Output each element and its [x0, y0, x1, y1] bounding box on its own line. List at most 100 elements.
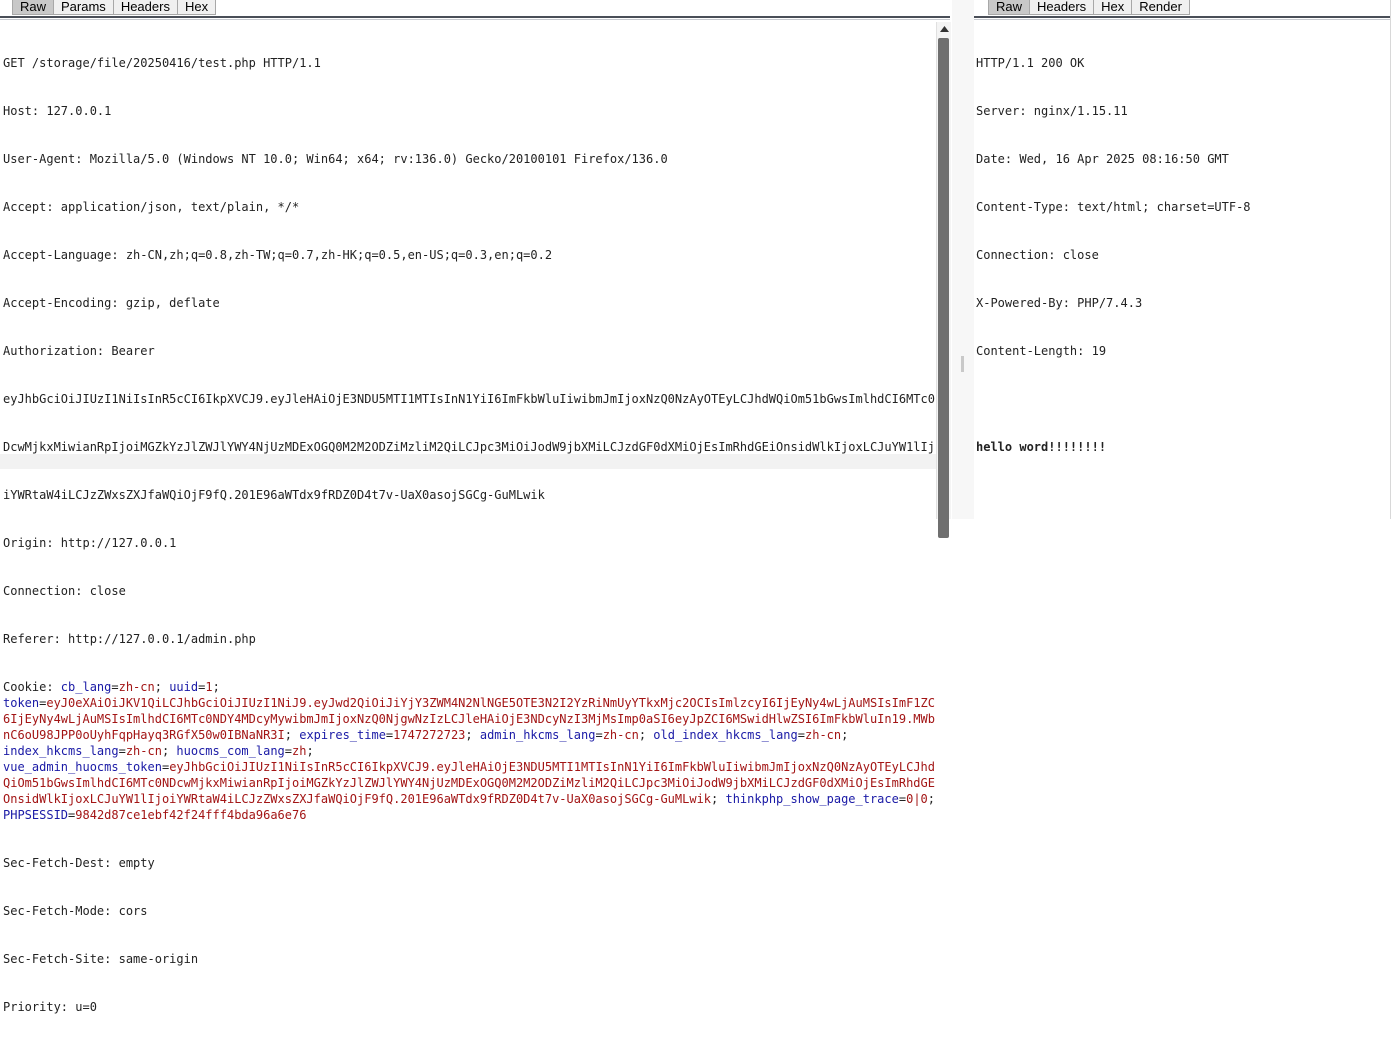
- request-tabs: Raw Params Headers Hex: [12, 0, 217, 16]
- cookie-name: expires_time: [299, 728, 386, 742]
- cookie-separator: ;: [638, 728, 654, 742]
- cookie-name: huocms_com_lang: [176, 744, 285, 758]
- response-blank-line: [976, 391, 1386, 407]
- cookie-name: uuid: [169, 680, 199, 694]
- cookie-separator: ;: [927, 792, 935, 806]
- response-header-x-powered-by: X-Powered-By: PHP/7.4.3: [976, 296, 1143, 310]
- response-header-server: Server: nginx/1.15.11: [976, 104, 1128, 118]
- response-tab-underline-light: [974, 19, 1391, 20]
- response-tab-hex[interactable]: Hex: [1093, 0, 1133, 15]
- response-tab-render[interactable]: Render: [1131, 0, 1190, 15]
- cookie-value: 1: [205, 680, 213, 694]
- request-header-sec-fetch-mode: Sec-Fetch-Mode: cors: [3, 904, 148, 918]
- authorization-token-line: iYWRtaW4iLCJzZWxsZXJfaWQiOjF9fQ.201E96aW…: [3, 488, 545, 502]
- cookie-line: 6IjEyNy4wLjAuMSIsImlhdCI6MTc0NDY4MDcyMyw…: [3, 711, 935, 727]
- request-tab-params[interactable]: Params: [53, 0, 114, 15]
- cookie-value: zh-cn: [125, 744, 162, 758]
- cookie-separator: ;: [212, 680, 220, 694]
- request-header-sec-fetch-site: Sec-Fetch-Site: same-origin: [3, 952, 199, 966]
- response-tab-raw[interactable]: Raw: [988, 0, 1031, 15]
- cookie-line: PHPSESSID=9842d87ce1ebf42f24fff4bda96a6e…: [3, 807, 935, 823]
- request-header-authorization: Authorization: Bearer: [3, 344, 155, 358]
- cookie-separator: =: [68, 808, 76, 822]
- response-body: hello word!!!!!!!!: [976, 440, 1107, 454]
- request-tab-raw[interactable]: Raw: [12, 0, 55, 15]
- cookie-label: Cookie:: [3, 680, 61, 694]
- response-tab-headers[interactable]: Headers: [1029, 0, 1095, 15]
- response-pane: Raw Headers Hex Render HTTP/1.1 200 OK S…: [974, 0, 1391, 519]
- cookie-separator: ;: [841, 728, 849, 742]
- cookie-line: QiOm51bGwsImlhdCI6MTc0NDcwMjkxMiwianRpIj…: [3, 775, 935, 791]
- cookie-name: thinkphp_show_page_trace: [725, 792, 899, 806]
- request-editor[interactable]: GET /storage/file/20250416/test.php HTTP…: [3, 23, 935, 1038]
- response-header-content-length: Content-Length: 19: [976, 344, 1107, 358]
- cookie-value: QiOm51bGwsImlhdCI6MTc0NDcwMjkxMiwianRpIj…: [3, 776, 935, 790]
- cookie-name: old_index_hkcms_lang: [653, 728, 798, 742]
- request-vertical-scrollbar[interactable]: [936, 22, 951, 538]
- request-header-accept-encoding: Accept-Encoding: gzip, deflate: [3, 296, 220, 310]
- cookie-separator: =: [161, 760, 170, 774]
- response-tab-underline: [974, 16, 1391, 18]
- request-header-sec-fetch-dest: Sec-Fetch-Dest: empty: [3, 856, 155, 870]
- cookie-value: OnsidWlkIjoxLCJuYW1lIjoiYWRtaW4iLCJzZWxs…: [3, 792, 712, 806]
- cookie-separator: =: [111, 680, 119, 694]
- authorization-token-line: eyJhbGciOiJIUzI1NiIsInR5cCI6IkpXVCJ9.eyJ…: [3, 392, 935, 406]
- request-header-connection: Connection: close: [3, 584, 126, 598]
- request-tab-headers[interactable]: Headers: [112, 0, 178, 15]
- authorization-token-line: DcwMjkxMiwianRpIjoiMGZkYzJlZWJlYWY4NjUzM…: [3, 440, 935, 454]
- cookie-name: vue_admin_huocms_token: [3, 760, 162, 774]
- response-editor[interactable]: HTTP/1.1 200 OK Server: nginx/1.15.11 Da…: [976, 23, 1386, 487]
- triangle-up-icon[interactable]: [937, 22, 951, 36]
- cookie-value: 0|0: [906, 792, 928, 806]
- cookie-value: eyJhbGciOiJIUzI1NiIsInR5cCI6IkpXVCJ9.eyJ…: [169, 760, 935, 774]
- cookie-value: eyJ0eXAiOiJKV1QiLCJhbGciOiJIUzI1NiJ9.eyJ…: [46, 696, 935, 710]
- cookie-separator: =: [118, 744, 126, 758]
- cookie-separator: ;: [284, 728, 300, 742]
- response-header-date: Date: Wed, 16 Apr 2025 08:16:50 GMT: [976, 152, 1229, 166]
- cookie-separator: =: [898, 792, 907, 806]
- cookie-value: zh-cn: [805, 728, 842, 742]
- cookie-separator: =: [385, 728, 394, 742]
- cookie-separator: ;: [306, 744, 314, 758]
- cookie-separator: ;: [154, 680, 170, 694]
- pane-splitter[interactable]: [952, 0, 974, 519]
- cookie-value: zh-cn: [118, 680, 155, 694]
- cookie-value: 6IjEyNy4wLjAuMSIsImlhdCI6MTc0NDY4MDcyMyw…: [3, 712, 935, 726]
- cookie-separator: ;: [465, 728, 480, 742]
- request-line: GET /storage/file/20250416/test.php HTTP…: [3, 56, 321, 70]
- response-status-line: HTTP/1.1 200 OK: [976, 56, 1085, 70]
- request-header-accept-language: Accept-Language: zh-CN,zh;q=0.8,zh-TW;q=…: [3, 248, 553, 262]
- cookie-value: zh-cn: [602, 728, 639, 742]
- cookie-separator: =: [39, 696, 47, 710]
- cookie-separator: ;: [161, 744, 177, 758]
- cookie-separator: =: [198, 680, 206, 694]
- cookie-name: token: [3, 696, 40, 710]
- cookie-line: OnsidWlkIjoxLCJuYW1lIjoiYWRtaW4iLCJzZWxs…: [3, 791, 935, 807]
- cookie-line: vue_admin_huocms_token=eyJhbGciOiJIUzI1N…: [3, 759, 935, 775]
- cookie-separator: =: [797, 728, 805, 742]
- cookie-line: token=eyJ0eXAiOiJKV1QiLCJhbGciOiJIUzI1Ni…: [3, 695, 935, 711]
- response-header-connection: Connection: close: [976, 248, 1099, 262]
- cookie-value: zh: [292, 744, 307, 758]
- request-header-accept: Accept: application/json, text/plain, */…: [3, 200, 300, 214]
- cookie-value: 9842d87ce1ebf42f24fff4bda96a6e76: [75, 808, 307, 822]
- cookie-value: 1747272723: [393, 728, 466, 742]
- request-scrollbar-thumb[interactable]: [938, 38, 949, 538]
- cookie-name: PHPSESSID: [3, 808, 69, 822]
- cookie-name: admin_hkcms_lang: [479, 728, 596, 742]
- cookie-line: nC6oU98JPP0oUyhFqpHayq3RGfX50w0IBNaNR3I;…: [3, 727, 935, 743]
- cookie-line: index_hkcms_lang=zh-cn; huocms_com_lang=…: [3, 743, 935, 759]
- cookie-separator: =: [284, 744, 293, 758]
- cookie-line: Cookie: cb_lang=zh-cn; uuid=1;: [3, 679, 935, 695]
- request-header-referer: Referer: http://127.0.0.1/admin.php: [3, 632, 256, 646]
- request-tab-hex[interactable]: Hex: [176, 0, 217, 15]
- cookie-separator: ;: [711, 792, 726, 806]
- request-header-user-agent: User-Agent: Mozilla/5.0 (Windows NT 10.0…: [3, 152, 668, 166]
- request-header-origin: Origin: http://127.0.0.1: [3, 536, 177, 550]
- cookie-separator: =: [595, 728, 603, 742]
- splitter-grip-icon[interactable]: [961, 356, 964, 372]
- request-tab-underline-light: [0, 19, 950, 20]
- request-tab-underline: [0, 16, 950, 18]
- cookie-value: nC6oU98JPP0oUyhFqpHayq3RGfX50w0IBNaNR3I: [3, 728, 285, 742]
- request-pane: Raw Params Headers Hex GET /storage/file…: [0, 0, 952, 1014]
